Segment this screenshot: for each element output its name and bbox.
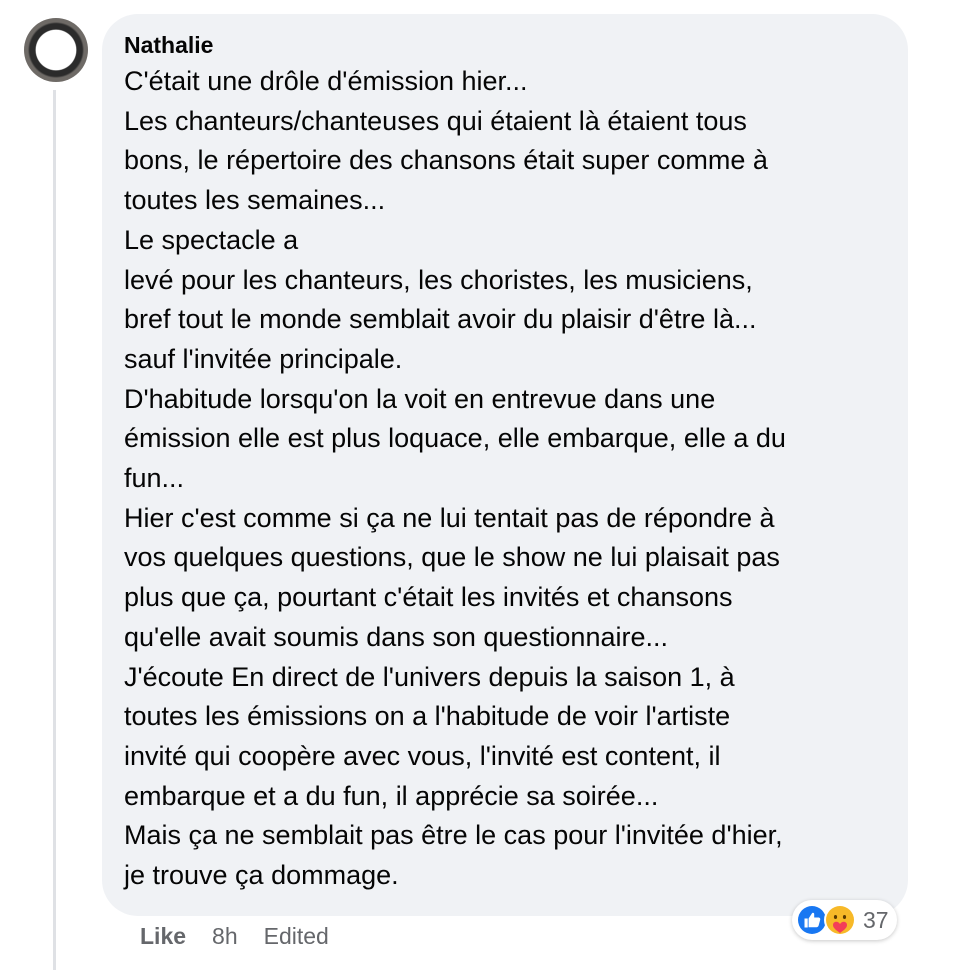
comment-author[interactable]: Nathalie [124, 30, 884, 60]
comment-line: invité qui coopère avec vous, l'invité e… [124, 740, 721, 771]
comment-bubble: Nathalie C'était une drôle d'émission hi… [102, 14, 908, 916]
comment-line: émission elle est plus loquace, elle emb… [124, 423, 786, 454]
comment-line: Le spectacle a [124, 224, 299, 255]
like-button[interactable]: Like [140, 922, 186, 950]
comment-line: vos quelques questions, que le show ne l… [124, 542, 780, 573]
comment-line: fun... [124, 463, 185, 494]
reactions-summary[interactable]: 37 [792, 900, 897, 940]
thread-line [53, 90, 56, 970]
avatar[interactable] [24, 18, 88, 82]
reaction-count: 37 [863, 906, 889, 933]
comment-line: je trouve ça dommage. [124, 860, 399, 891]
comment-line: bref tout le monde semblait avoir du pla… [124, 304, 757, 335]
comment-line: levé pour les chanteurs, les choristes, … [124, 264, 753, 295]
comment-line: sauf l'invitée principale. [124, 343, 403, 374]
comment-line: Hier c'est comme si ça ne lui tentait pa… [124, 502, 775, 533]
comment-line: embarque et a du fun, il apprécie sa soi… [124, 780, 659, 811]
comment-line: C'était une drôle d'émission hier... [124, 66, 528, 96]
comment-actions: Like 8h Edited [140, 922, 329, 950]
edited-label[interactable]: Edited [264, 922, 329, 950]
comment-line: Les chanteurs/chanteuses qui étaient là … [124, 105, 747, 136]
comment-line: Mais ça ne semblait pas être le cas pour… [124, 820, 783, 851]
comment-line: J'écoute En direct de l'univers depuis l… [124, 661, 735, 692]
comment-line: qu'elle avait soumis dans son questionna… [124, 621, 668, 652]
comment-text: C'était une drôle d'émission hier... Les … [124, 62, 884, 896]
comment-line: toutes les émissions on a l'habitude de … [124, 701, 731, 732]
timestamp[interactable]: 8h [212, 922, 238, 950]
comment-line: toutes les semaines... [124, 185, 386, 216]
comment-line: plus que ça, pourtant c'était les invité… [124, 582, 733, 613]
care-icon [824, 904, 856, 936]
comment-line: bons, le répertoire des chansons était s… [124, 145, 768, 176]
comment-line: D'habitude lorsqu'on la voit en entrevue… [124, 383, 716, 414]
